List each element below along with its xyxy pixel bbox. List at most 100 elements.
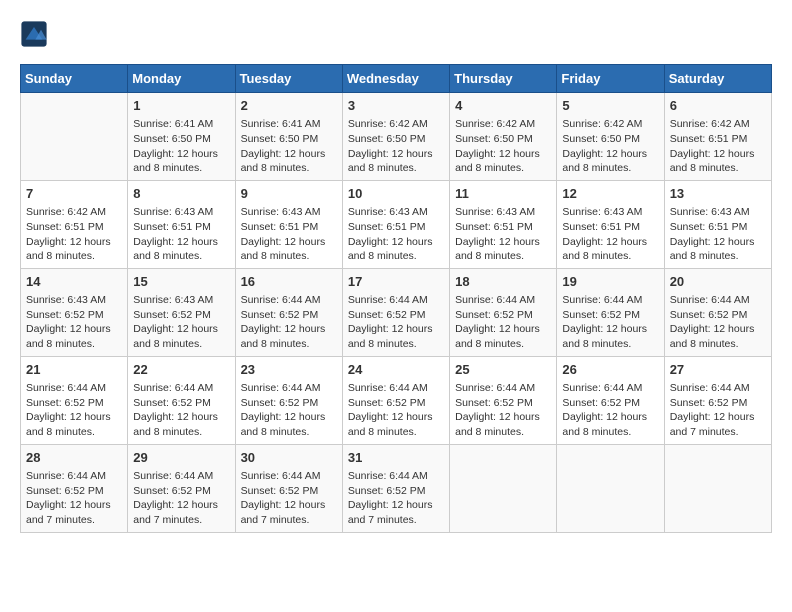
- day-info: Sunset: 6:52 PM: [133, 484, 229, 499]
- logo: [20, 20, 52, 48]
- day-info: Daylight: 12 hours: [348, 322, 444, 337]
- day-info: Sunset: 6:52 PM: [348, 308, 444, 323]
- calendar-cell: 10Sunrise: 6:43 AMSunset: 6:51 PMDayligh…: [342, 180, 449, 268]
- day-info: and 8 minutes.: [133, 161, 229, 176]
- day-info: and 8 minutes.: [26, 337, 122, 352]
- day-info: Sunrise: 6:44 AM: [670, 381, 766, 396]
- week-row-4: 21Sunrise: 6:44 AMSunset: 6:52 PMDayligh…: [21, 356, 772, 444]
- day-info: Sunset: 6:51 PM: [670, 220, 766, 235]
- day-info: Sunset: 6:52 PM: [133, 308, 229, 323]
- day-info: Sunset: 6:52 PM: [26, 308, 122, 323]
- weekday-header-monday: Monday: [128, 65, 235, 93]
- calendar-cell: [450, 444, 557, 532]
- day-info: Daylight: 12 hours: [670, 410, 766, 425]
- day-info: and 8 minutes.: [670, 337, 766, 352]
- day-number: 6: [670, 97, 766, 115]
- day-info: and 8 minutes.: [241, 161, 337, 176]
- day-info: Sunset: 6:52 PM: [26, 484, 122, 499]
- day-info: Sunset: 6:50 PM: [133, 132, 229, 147]
- weekday-header-friday: Friday: [557, 65, 664, 93]
- calendar-cell: 14Sunrise: 6:43 AMSunset: 6:52 PMDayligh…: [21, 268, 128, 356]
- day-info: Sunrise: 6:43 AM: [133, 205, 229, 220]
- day-number: 26: [562, 361, 658, 379]
- calendar-cell: 9Sunrise: 6:43 AMSunset: 6:51 PMDaylight…: [235, 180, 342, 268]
- day-info: Sunrise: 6:41 AM: [133, 117, 229, 132]
- day-info: Sunrise: 6:42 AM: [562, 117, 658, 132]
- day-info: Sunrise: 6:44 AM: [562, 293, 658, 308]
- calendar-cell: 25Sunrise: 6:44 AMSunset: 6:52 PMDayligh…: [450, 356, 557, 444]
- day-info: Sunrise: 6:41 AM: [241, 117, 337, 132]
- day-info: Daylight: 12 hours: [133, 322, 229, 337]
- day-number: 7: [26, 185, 122, 203]
- day-info: and 8 minutes.: [133, 249, 229, 264]
- calendar-cell: 8Sunrise: 6:43 AMSunset: 6:51 PMDaylight…: [128, 180, 235, 268]
- day-info: Sunrise: 6:43 AM: [133, 293, 229, 308]
- calendar-cell: 7Sunrise: 6:42 AMSunset: 6:51 PMDaylight…: [21, 180, 128, 268]
- day-info: and 8 minutes.: [348, 249, 444, 264]
- calendar-cell: 13Sunrise: 6:43 AMSunset: 6:51 PMDayligh…: [664, 180, 771, 268]
- day-info: Sunrise: 6:44 AM: [26, 381, 122, 396]
- weekday-header-row: SundayMondayTuesdayWednesdayThursdayFrid…: [21, 65, 772, 93]
- day-info: and 8 minutes.: [133, 337, 229, 352]
- day-info: Sunrise: 6:44 AM: [133, 381, 229, 396]
- day-info: Daylight: 12 hours: [26, 322, 122, 337]
- day-info: Daylight: 12 hours: [455, 322, 551, 337]
- day-info: and 8 minutes.: [455, 337, 551, 352]
- day-info: Sunrise: 6:43 AM: [241, 205, 337, 220]
- day-info: and 8 minutes.: [241, 337, 337, 352]
- calendar-cell: 27Sunrise: 6:44 AMSunset: 6:52 PMDayligh…: [664, 356, 771, 444]
- day-info: Sunrise: 6:44 AM: [455, 293, 551, 308]
- day-info: Sunset: 6:52 PM: [455, 308, 551, 323]
- week-row-5: 28Sunrise: 6:44 AMSunset: 6:52 PMDayligh…: [21, 444, 772, 532]
- day-number: 19: [562, 273, 658, 291]
- day-info: Sunset: 6:52 PM: [562, 396, 658, 411]
- calendar-table: SundayMondayTuesdayWednesdayThursdayFrid…: [20, 64, 772, 533]
- day-info: Sunset: 6:52 PM: [455, 396, 551, 411]
- day-info: Sunrise: 6:42 AM: [670, 117, 766, 132]
- day-number: 27: [670, 361, 766, 379]
- day-info: Daylight: 12 hours: [133, 498, 229, 513]
- day-info: Daylight: 12 hours: [562, 410, 658, 425]
- day-number: 28: [26, 449, 122, 467]
- day-info: Sunrise: 6:43 AM: [348, 205, 444, 220]
- day-info: and 8 minutes.: [348, 425, 444, 440]
- logo-icon: [20, 20, 48, 48]
- day-info: Sunrise: 6:44 AM: [241, 381, 337, 396]
- day-info: and 8 minutes.: [455, 161, 551, 176]
- day-info: Sunset: 6:52 PM: [562, 308, 658, 323]
- day-info: and 8 minutes.: [26, 425, 122, 440]
- day-info: and 8 minutes.: [241, 425, 337, 440]
- day-info: Sunrise: 6:42 AM: [348, 117, 444, 132]
- calendar-cell: [21, 93, 128, 181]
- day-info: Daylight: 12 hours: [241, 410, 337, 425]
- day-info: and 8 minutes.: [348, 161, 444, 176]
- calendar-cell: 11Sunrise: 6:43 AMSunset: 6:51 PMDayligh…: [450, 180, 557, 268]
- day-info: and 7 minutes.: [26, 513, 122, 528]
- day-info: Sunset: 6:51 PM: [241, 220, 337, 235]
- day-info: and 8 minutes.: [348, 337, 444, 352]
- day-number: 12: [562, 185, 658, 203]
- day-number: 5: [562, 97, 658, 115]
- day-number: 2: [241, 97, 337, 115]
- day-info: Sunrise: 6:44 AM: [133, 469, 229, 484]
- day-info: Sunrise: 6:44 AM: [241, 469, 337, 484]
- day-info: Sunset: 6:50 PM: [562, 132, 658, 147]
- calendar-cell: 12Sunrise: 6:43 AMSunset: 6:51 PMDayligh…: [557, 180, 664, 268]
- day-number: 21: [26, 361, 122, 379]
- day-info: Sunset: 6:51 PM: [670, 132, 766, 147]
- weekday-header-tuesday: Tuesday: [235, 65, 342, 93]
- calendar-cell: [664, 444, 771, 532]
- day-info: Sunrise: 6:43 AM: [455, 205, 551, 220]
- day-info: and 8 minutes.: [26, 249, 122, 264]
- calendar-cell: 28Sunrise: 6:44 AMSunset: 6:52 PMDayligh…: [21, 444, 128, 532]
- day-info: and 8 minutes.: [455, 425, 551, 440]
- calendar-cell: 5Sunrise: 6:42 AMSunset: 6:50 PMDaylight…: [557, 93, 664, 181]
- day-info: Daylight: 12 hours: [562, 235, 658, 250]
- day-number: 24: [348, 361, 444, 379]
- day-info: Sunrise: 6:42 AM: [26, 205, 122, 220]
- day-number: 11: [455, 185, 551, 203]
- day-number: 13: [670, 185, 766, 203]
- day-number: 8: [133, 185, 229, 203]
- day-info: and 7 minutes.: [348, 513, 444, 528]
- day-info: Sunset: 6:51 PM: [133, 220, 229, 235]
